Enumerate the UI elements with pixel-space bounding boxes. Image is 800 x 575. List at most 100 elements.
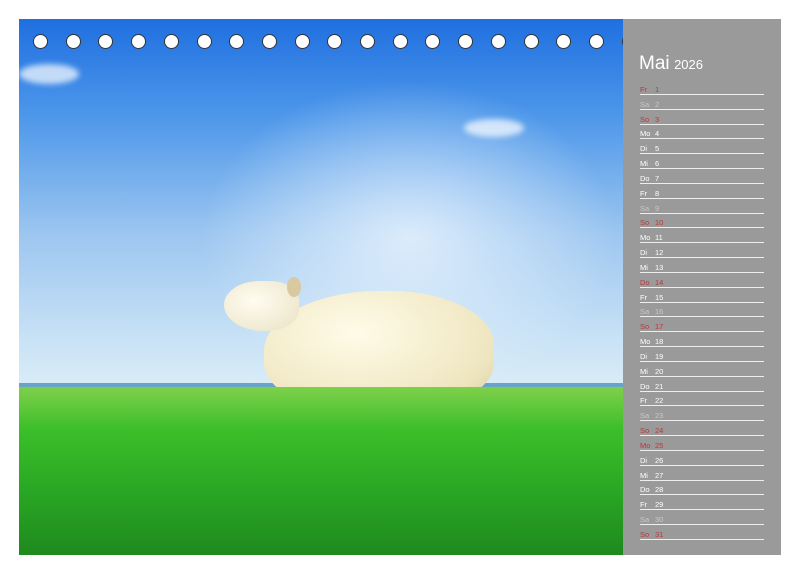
weekday: So	[640, 115, 649, 124]
weekday: So	[640, 322, 649, 331]
day-number: 29	[655, 500, 663, 509]
day-number: 16	[655, 307, 663, 316]
weekday: Mi	[640, 159, 648, 168]
binding-hole	[262, 34, 277, 49]
weekday: Di	[640, 456, 647, 465]
day-number: 4	[655, 129, 659, 138]
weekday: Mo	[640, 233, 650, 242]
weekday: Mi	[640, 263, 648, 272]
day-row: Mi 20	[640, 363, 764, 377]
day-row: Do21	[640, 378, 764, 392]
weekday: Sa	[640, 204, 649, 213]
day-number: 13	[655, 263, 663, 272]
binding-hole	[131, 34, 146, 49]
day-row: Mo18	[640, 333, 764, 347]
day-number: 20	[655, 367, 663, 376]
day-row: Fr8	[640, 185, 764, 199]
weekday: Fr	[640, 396, 647, 405]
weekday: Mo	[640, 441, 650, 450]
weekday: So	[640, 530, 649, 539]
weekday: Do	[640, 174, 650, 183]
binding-hole	[197, 34, 212, 49]
day-number: 9	[655, 204, 659, 213]
weekday: Sa	[640, 100, 649, 109]
day-row: So10	[640, 214, 764, 228]
day-number: 30	[655, 515, 663, 524]
weekday: Mo	[640, 129, 650, 138]
binding-hole	[360, 34, 375, 49]
weekday: Mi	[640, 471, 648, 480]
cloud	[19, 64, 79, 84]
sheep-photo	[19, 19, 623, 555]
day-row: So 31	[640, 526, 764, 540]
binding-hole	[589, 34, 604, 49]
day-number: 27	[655, 471, 663, 480]
weekday: Sa	[640, 411, 649, 420]
day-row: Do 28	[640, 481, 764, 495]
day-number: 11	[655, 233, 663, 242]
day-row: Sa 2	[640, 96, 764, 110]
day-row: Mi 6	[640, 155, 764, 169]
weekday: Di	[640, 144, 647, 153]
day-number: 2	[655, 100, 659, 109]
day-row: Fr 22	[640, 392, 764, 406]
day-number: 3	[655, 115, 659, 124]
day-number: 23	[655, 411, 663, 420]
binding-hole	[458, 34, 473, 49]
binding-hole	[164, 34, 179, 49]
day-number: 7	[655, 174, 659, 183]
binding-hole	[393, 34, 408, 49]
weekday: Mi	[640, 367, 648, 376]
weekday: So	[640, 218, 649, 227]
day-number: 25	[655, 441, 663, 450]
day-number: 21	[655, 382, 663, 391]
day-row: Mo 11	[640, 229, 764, 243]
binding-hole	[425, 34, 440, 49]
day-number: 22	[655, 396, 663, 405]
day-row: Sa 9	[640, 200, 764, 214]
day-row: So 17	[640, 318, 764, 332]
month-title: Mai 2026	[639, 53, 703, 75]
day-row: Fr 15	[640, 289, 764, 303]
weekday: Fr	[640, 189, 647, 198]
day-number: 14	[655, 278, 663, 287]
day-row: Fr1	[640, 81, 764, 95]
day-row: Mi 27	[640, 467, 764, 481]
day-number: 28	[655, 485, 663, 494]
day-row: Mi 13	[640, 259, 764, 273]
binding-hole	[491, 34, 506, 49]
weekday: Do	[640, 485, 650, 494]
day-number: 26	[655, 456, 663, 465]
day-row: Mo 25	[640, 437, 764, 451]
weekday: Di	[640, 248, 647, 257]
binding-hole	[33, 34, 48, 49]
day-row: So 3	[640, 111, 764, 125]
day-number: 15	[655, 293, 663, 302]
day-number: 24	[655, 426, 663, 435]
day-row: Do 14	[640, 274, 764, 288]
weekday: Fr	[640, 500, 647, 509]
weekday: Do	[640, 278, 650, 287]
grass	[19, 387, 623, 555]
binding-hole	[327, 34, 342, 49]
day-number: 17	[655, 322, 663, 331]
weekday: Fr	[640, 293, 647, 302]
day-row: Fr 29	[640, 496, 764, 510]
day-row: Sa 30	[640, 511, 764, 525]
day-row: Di12	[640, 244, 764, 258]
day-number: 6	[655, 159, 659, 168]
weekday: Sa	[640, 307, 649, 316]
weekday: Sa	[640, 515, 649, 524]
weekday: Di	[640, 352, 647, 361]
weekday: So	[640, 426, 649, 435]
day-number: 18	[655, 337, 663, 346]
day-number: 5	[655, 144, 659, 153]
day-row: So 24	[640, 422, 764, 436]
binding-hole	[524, 34, 539, 49]
day-row: Do 7	[640, 170, 764, 184]
day-row: Sa 23	[640, 407, 764, 421]
day-number: 31	[655, 530, 663, 539]
binding-hole	[98, 34, 113, 49]
binding-hole	[556, 34, 571, 49]
cloud	[464, 119, 524, 137]
